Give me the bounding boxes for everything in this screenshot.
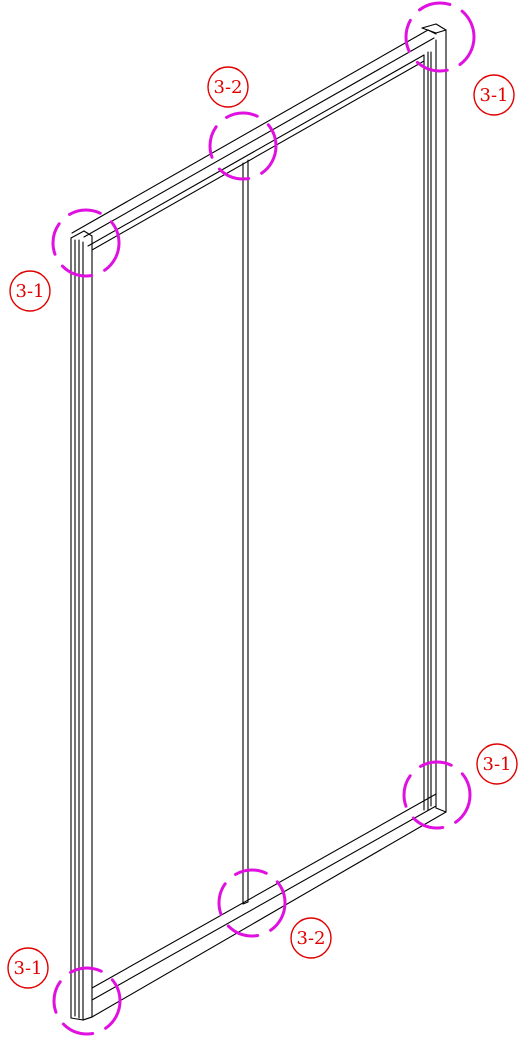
callout-top-center: 3-2 [207, 66, 249, 108]
callout-label: 3-1 [14, 958, 43, 979]
callout-label: 3-2 [297, 928, 326, 949]
frame-drawing: 3-1 3-2 3-1 3-1 3-2 3-1 [0, 0, 521, 1043]
callout-label: 3-1 [483, 754, 512, 775]
callout-top-left: 3-1 [9, 270, 51, 312]
drawing-background [0, 0, 521, 1043]
callout-label: 3-2 [214, 77, 243, 98]
callout-label: 3-1 [480, 85, 509, 106]
callout-bottom-center: 3-2 [290, 917, 332, 959]
callout-top-right: 3-1 [473, 74, 515, 116]
callout-bottom-right: 3-1 [476, 743, 518, 785]
callout-label: 3-1 [16, 281, 45, 302]
callout-bottom-left: 3-1 [7, 947, 49, 989]
